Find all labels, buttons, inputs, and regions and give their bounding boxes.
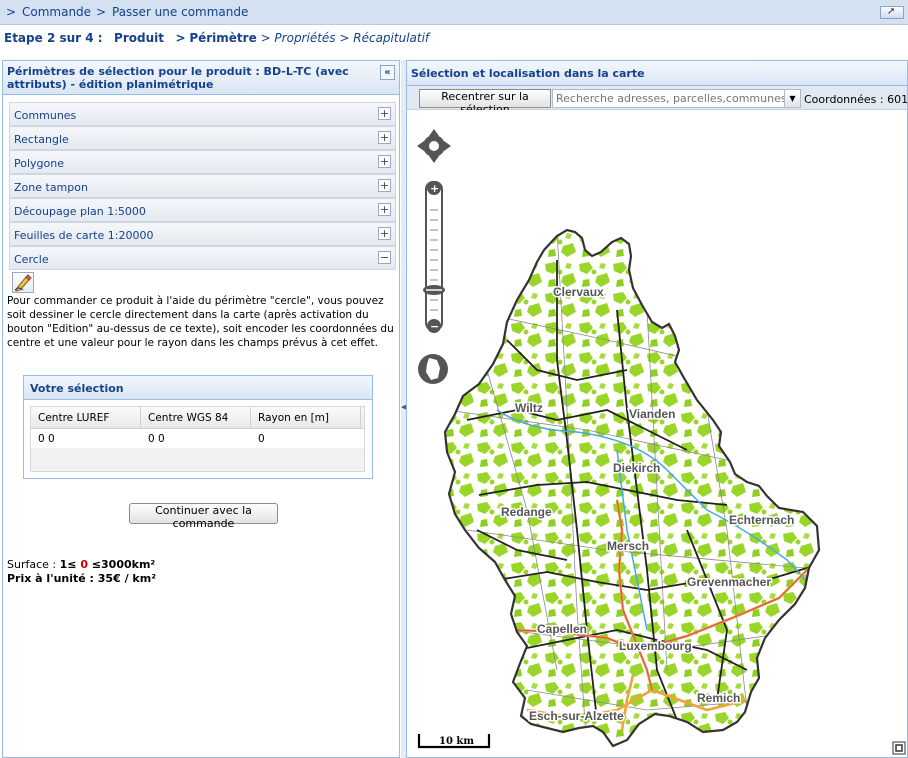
expand-icon[interactable]: + — [378, 155, 391, 168]
circle-instructions: Pour commander ce produit à l'aide du pé… — [7, 295, 394, 349]
city-label-luxembourg: Luxembourg — [619, 639, 692, 653]
cell-centre-luref[interactable]: 0 0 — [38, 433, 55, 445]
surface-info: Surface : 1≤ 0 ≤3000km² Prix à l'unité :… — [7, 558, 156, 586]
luxembourg-map[interactable]: Clervaux Wiltz Vianden Diekirch Redange … — [407, 110, 908, 758]
perimeter-panel-title: Périmètres de sélection pour le produit … — [7, 65, 349, 91]
exit-icon: ➚ — [887, 6, 896, 17]
perimeter-panel-header: Périmètres de sélection pour le produit … — [3, 61, 399, 95]
collapse-icon[interactable]: − — [378, 251, 391, 264]
step-separator: > — [175, 31, 186, 45]
accordion-communes[interactable]: Communes + — [9, 102, 396, 126]
city-label-echternach: Echternach — [729, 513, 794, 527]
accordion-label: Communes — [14, 109, 77, 122]
cell-centre-wgs84[interactable]: 0 0 — [148, 433, 165, 445]
collapse-panel-button[interactable]: « — [380, 65, 395, 80]
expand-icon[interactable]: + — [378, 227, 391, 240]
surface-value: 0 — [80, 558, 88, 571]
accordion-cercle[interactable]: Cercle − — [9, 246, 396, 270]
accordion-label: Feuilles de carte 1:20000 — [14, 229, 154, 242]
table-row[interactable]: 0 0 0 0 0 — [31, 429, 364, 449]
pan-down-icon[interactable] — [429, 156, 439, 163]
steps-indicator: Etape 2 sur 4 : Produit > Périmètre > Pr… — [4, 31, 429, 45]
pencil-icon — [14, 274, 32, 292]
accordion-label: Polygone — [14, 157, 64, 170]
city-label-remich: Remich — [697, 691, 740, 705]
map-toolbar: Recentrer sur la sélection ▼ Coordonnées… — [407, 86, 908, 116]
svg-text:+: + — [430, 182, 439, 195]
full-extent-icon[interactable] — [418, 354, 448, 384]
scale-label: 10 km — [439, 736, 474, 747]
resize-grip-icon[interactable] — [892, 741, 906, 755]
selection-grid: Centre LUREF Centre WGS 84 Rayon en [m] … — [30, 406, 365, 472]
chevron-down-icon[interactable]: ▼ — [784, 89, 801, 108]
column-centre-wgs84[interactable]: Centre WGS 84 — [148, 412, 228, 424]
step-produit[interactable]: Produit — [114, 31, 164, 45]
grid-header: Centre LUREF Centre WGS 84 Rayon en [m] — [31, 407, 364, 429]
recenter-button[interactable]: Recentrer sur la sélection — [419, 89, 551, 116]
breadcrumb-separator: > — [6, 5, 17, 19]
map-panel-title: Sélection et localisation dans la carte — [407, 61, 907, 86]
scale-bar: 10 km — [417, 734, 491, 749]
continue-order-button[interactable]: Continuer avec la commande — [129, 503, 278, 530]
city-label-esch-sur-alzette: Esch-sur-Alzette — [529, 709, 624, 723]
step-recapitulatif: > Récapitulatif — [339, 31, 430, 45]
breadcrumb-commande[interactable]: Commande — [22, 5, 91, 19]
accordion-label: Découpage plan 1:5000 — [14, 205, 146, 218]
city-label-redange: Redange — [501, 505, 552, 519]
expand-icon[interactable]: + — [378, 203, 391, 216]
selection-box: Votre sélection Centre LUREF Centre WGS … — [23, 375, 373, 479]
coordinates-display: Coordonnées : 60100 — [804, 93, 908, 106]
svg-text:−: − — [430, 320, 439, 333]
search-input[interactable] — [552, 89, 785, 108]
map-panel: Sélection et localisation dans la carte … — [406, 60, 908, 758]
selection-title: Votre sélection — [24, 376, 372, 400]
breadcrumb-separator: > — [96, 5, 107, 19]
pan-left-icon[interactable] — [417, 141, 424, 151]
steps-prefix: Etape 2 sur 4 : — [4, 31, 103, 45]
city-label-mersch: Mersch — [607, 539, 649, 553]
map-canvas[interactable]: Clervaux Wiltz Vianden Diekirch Redange … — [407, 110, 908, 758]
expand-icon[interactable]: + — [378, 179, 391, 192]
accordion-polygone[interactable]: Polygone + — [9, 150, 396, 174]
perimeter-panel: Périmètres de sélection pour le produit … — [2, 60, 400, 758]
pan-up-icon[interactable] — [429, 129, 439, 136]
pan-right-icon[interactable] — [444, 141, 451, 151]
edit-circle-button[interactable] — [12, 272, 34, 293]
surface-line: Surface : 1≤ 0 ≤3000km² — [7, 558, 156, 571]
cell-rayon[interactable]: 0 — [258, 433, 265, 445]
city-label-grevenmacher: Grevenmacher — [687, 575, 771, 589]
expand-icon[interactable]: + — [378, 131, 391, 144]
pan-control[interactable] — [417, 129, 451, 163]
step-proprietes: > Propriétés — [260, 31, 336, 45]
city-label-capellen: Capellen — [537, 622, 587, 636]
accordion-zone-tampon[interactable]: Zone tampon + — [9, 174, 396, 198]
column-centre-luref[interactable]: Centre LUREF — [38, 412, 109, 424]
zoom-control[interactable]: + − — [423, 181, 445, 333]
column-rayon[interactable]: Rayon en [m] — [258, 412, 329, 424]
city-label-clervaux: Clervaux — [553, 285, 604, 299]
accordion-feuilles-carte[interactable]: Feuilles de carte 1:20000 + — [9, 222, 396, 246]
city-label-vianden: Vianden — [629, 407, 675, 421]
step-perimetre: Périmètre — [189, 31, 257, 45]
city-label-diekirch: Diekirch — [613, 461, 660, 475]
accordion-label: Rectangle — [14, 133, 69, 146]
breadcrumb-passer-commande[interactable]: Passer une commande — [112, 5, 248, 19]
exit-button[interactable]: ➚ — [880, 6, 904, 19]
expand-icon[interactable]: + — [378, 107, 391, 120]
breadcrumb: > Commande > Passer une commande ➚ — [0, 0, 908, 25]
city-label-wiltz: Wiltz — [515, 401, 543, 415]
accordion-decoupage-plan[interactable]: Découpage plan 1:5000 + — [9, 198, 396, 222]
accordion-label: Zone tampon — [14, 181, 88, 194]
price-line: Prix à l'unité : 35€ / km² — [7, 572, 157, 585]
accordion-rectangle[interactable]: Rectangle + — [9, 126, 396, 150]
accordion-label: Cercle — [14, 253, 49, 266]
